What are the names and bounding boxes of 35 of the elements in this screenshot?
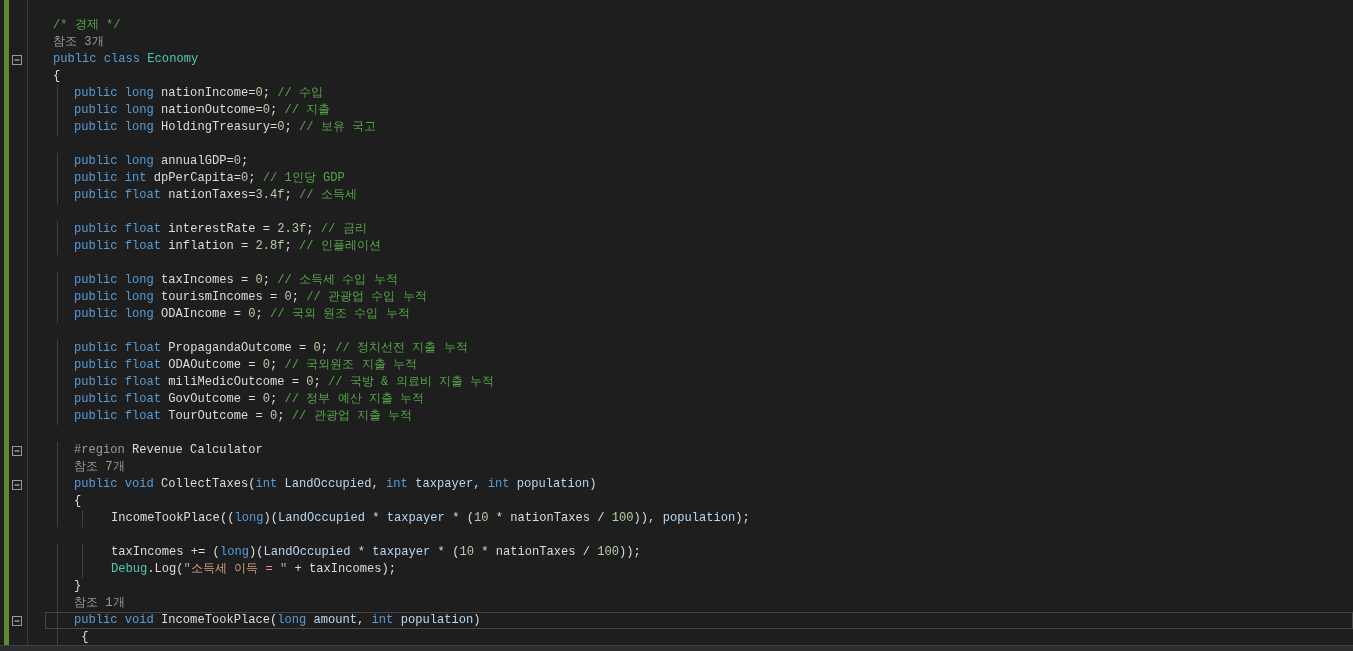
code-line: public void CollectTaxes(int LandOccupied, int taxpayer, int population) [74, 477, 597, 491]
code-line: public float TourOutcome = 0; // 관광업 지출 누적 [74, 409, 413, 423]
collapse-icon[interactable] [12, 615, 22, 626]
collapse-icon[interactable] [12, 54, 22, 65]
code-line: public long taxIncomes = 0; // 소득세 수입 누적 [74, 273, 398, 287]
code-line: public long ODAIncome = 0; // 국외 원조 수입 누적 [74, 307, 410, 321]
code-line: public class Economy [53, 52, 199, 66]
code-line: { [74, 494, 82, 508]
code-line: taxIncomes += (long)(LandOccupied * taxpayer * (10 * nationTaxes / 100)); [111, 545, 641, 559]
code-line: IncomeTookPlace((long)(LandOccupied * taxpayer * (10 * nationTaxes / 100)), population); [111, 511, 750, 525]
code-line: /* 경제 */ [53, 18, 121, 32]
code-line: public float GovOutcome = 0; // 정부 예산 지출 누적 [74, 392, 425, 406]
code-line: public float inflation = 2.8f; // 인플레이션 [74, 239, 381, 253]
code-line: public float interestRate = 2.3f; // 금리 [74, 222, 367, 236]
code-line: public long HoldingTreasury=0; // 보유 국고 [74, 120, 377, 134]
code-line: public int dpPerCapita=0; // 1인당 GDP [74, 171, 345, 185]
code-line: public long tourismIncomes = 0; // 관광업 수입 누적 [74, 290, 427, 304]
code-line: public void IncomeTookPlace(long amount, int population) [74, 613, 481, 627]
code-line: public long nationIncome=0; // 수입 [74, 86, 323, 100]
code-line: public float miliMedicOutcome = 0; // 국방 & 의료비 지출 누적 [74, 375, 495, 389]
code-line: public float PropagandaOutcome = 0; // 정치선전 지출 누적 [74, 341, 468, 355]
code-line: } [74, 579, 82, 593]
code-line: { [80, 630, 89, 644]
code-line: #region Revenue Calculator [74, 443, 263, 457]
code-line: Debug.Log("소득세 이득 = " + taxIncomes); [111, 562, 397, 576]
code-line: public long nationOutcome=0; // 지출 [74, 103, 331, 117]
reference-count[interactable]: 참조 3개 [53, 35, 104, 49]
collapse-icon[interactable] [12, 445, 22, 456]
code-line: public long annualGDP=0; [74, 154, 249, 168]
code-line: public float nationTaxes=3.4f; // 소득세 [74, 188, 357, 202]
code-line: { [53, 69, 61, 83]
reference-count[interactable]: 참조 1개 [74, 596, 125, 610]
reference-count[interactable]: 참조 7개 [74, 460, 125, 474]
code-line: public float ODAOutcome = 0; // 국외원조 지출 누적 [74, 358, 417, 372]
collapse-icon[interactable] [12, 479, 22, 490]
